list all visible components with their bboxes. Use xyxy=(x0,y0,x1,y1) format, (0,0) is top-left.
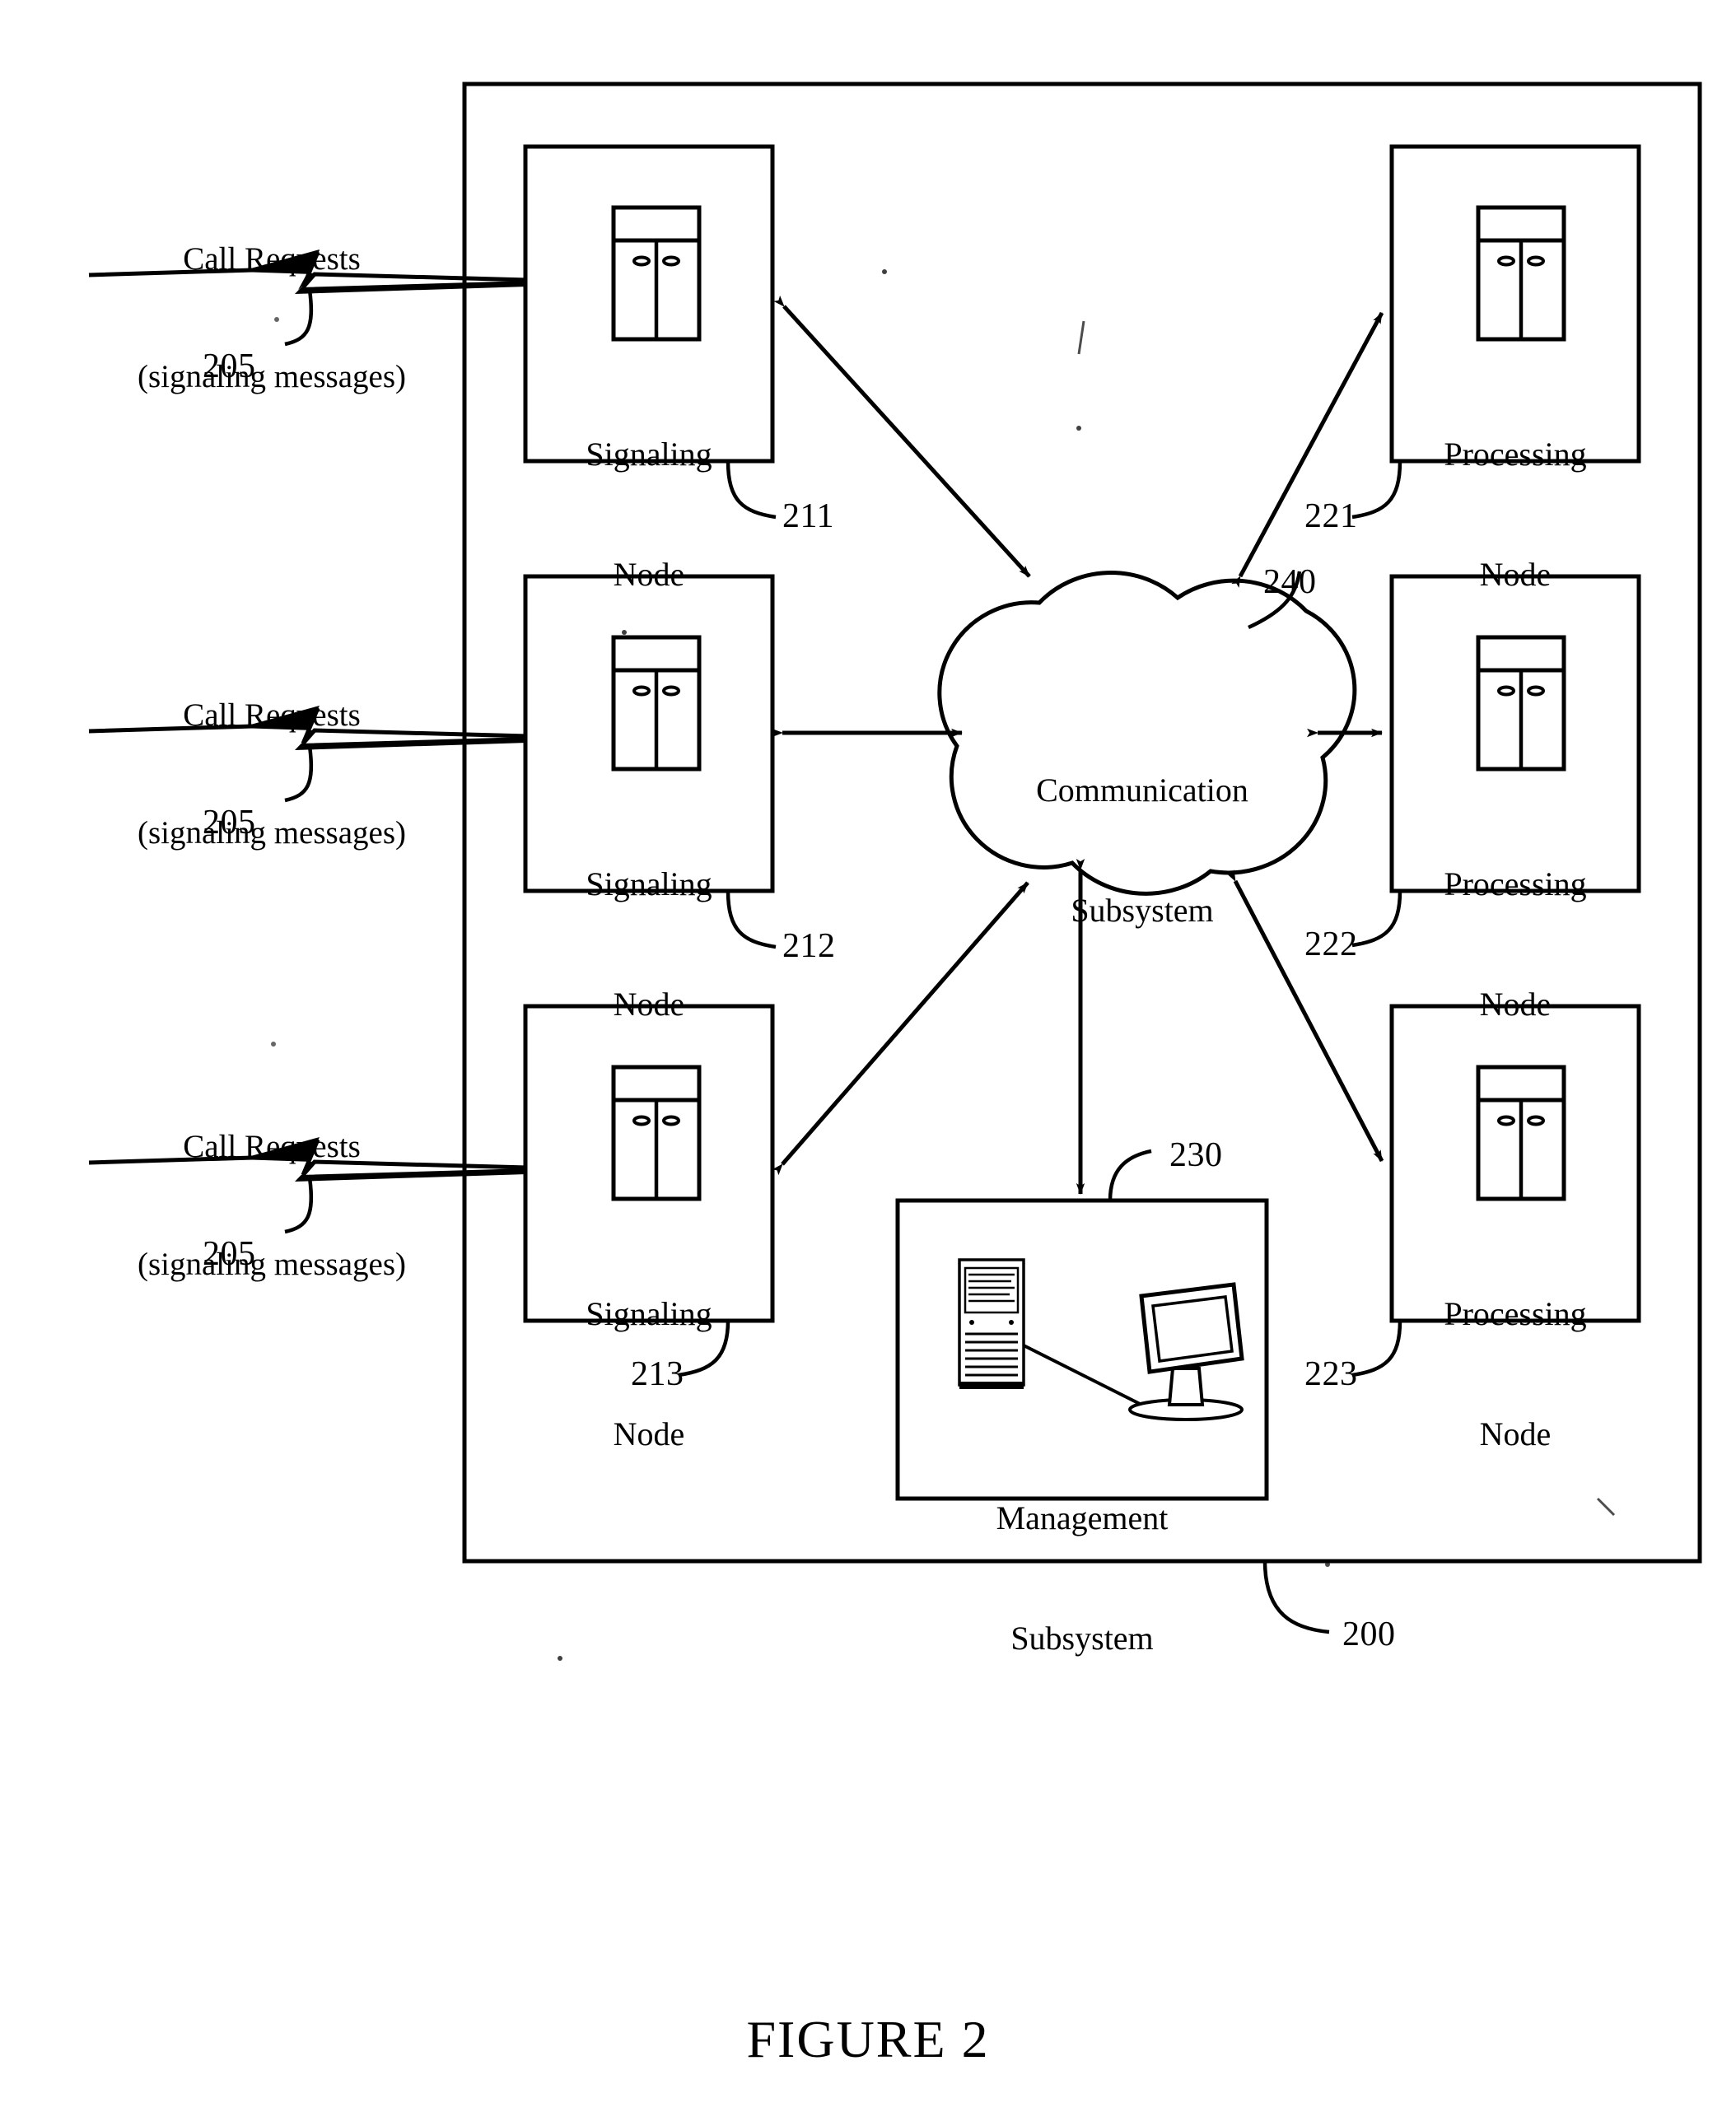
ref-221: 221 xyxy=(1304,497,1358,535)
signaling-node-label-line2: Node xyxy=(613,1415,685,1452)
management-subsystem-line2: Subsystem xyxy=(1010,1619,1154,1657)
ref-205-3: 205 xyxy=(203,1235,256,1273)
communication-subsystem-line2: Subsystem xyxy=(1071,891,1214,929)
leader-line-200 xyxy=(1262,1560,1330,1634)
communication-subsystem-line1: Communication xyxy=(1036,771,1248,809)
call-requests-title-1: Call Requests xyxy=(183,241,361,277)
scan-speck xyxy=(1076,426,1081,431)
processing-node-label-line2: Node xyxy=(1479,985,1552,1023)
server-cabinet-icon xyxy=(1476,205,1566,342)
ref-205-1: 205 xyxy=(203,347,256,385)
ref-213: 213 xyxy=(631,1355,684,1393)
server-cabinet-icon xyxy=(611,205,702,342)
processing-node-label-line1: Processing xyxy=(1444,865,1587,902)
ref-223: 223 xyxy=(1304,1355,1358,1393)
ref-212: 212 xyxy=(782,927,836,965)
signaling-node-label-line1: Signaling xyxy=(586,865,712,902)
call-requests-subtitle-2: (signaling messages) xyxy=(137,814,406,851)
processing-node-label-line1: Processing xyxy=(1444,435,1587,473)
scan-speck xyxy=(558,1656,562,1661)
signaling-node-label-212: Signaling Node xyxy=(525,784,772,1105)
signaling-node-label-line1: Signaling xyxy=(586,1294,712,1332)
signaling-node-label-211: Signaling Node xyxy=(525,354,772,675)
communication-subsystem-label: Communication Subsystem xyxy=(940,690,1344,1011)
call-requests-title-3: Call Requests xyxy=(183,1129,361,1165)
scan-speck xyxy=(882,269,887,274)
processing-node-label-line1: Processing xyxy=(1444,1294,1587,1332)
management-subsystem-label: Management Subsystem xyxy=(898,1418,1267,1739)
processing-node-label-221: Processing Node xyxy=(1392,354,1639,675)
signaling-node-label-line2: Node xyxy=(613,555,685,593)
scan-speck xyxy=(271,1042,276,1047)
call-requests-title-2: Call Requests xyxy=(183,697,361,734)
call-requests-label-2: Call Requests (signaling messages) xyxy=(82,618,461,931)
signaling-node-label-line2: Node xyxy=(613,985,685,1023)
ref-200: 200 xyxy=(1342,1615,1396,1653)
call-requests-label-3: Call Requests (signaling messages) xyxy=(82,1049,461,1363)
ref-230: 230 xyxy=(1169,1136,1223,1174)
processing-node-label-line2: Node xyxy=(1479,555,1552,593)
scan-streak xyxy=(1077,320,1085,355)
call-requests-subtitle-3: (signaling messages) xyxy=(137,1246,406,1282)
call-requests-subtitle-1: (signaling messages) xyxy=(137,358,406,394)
figure-caption: FIGURE 2 xyxy=(746,2010,990,2068)
management-subsystem-line1: Management xyxy=(996,1499,1169,1536)
processing-node-label-line2: Node xyxy=(1479,1415,1552,1452)
processing-node-label-223: Processing Node xyxy=(1392,1214,1639,1535)
signaling-node-label-line1: Signaling xyxy=(586,435,712,473)
scan-speck xyxy=(1325,1562,1330,1567)
ref-211: 211 xyxy=(782,497,834,535)
processing-node-label-222: Processing Node xyxy=(1392,784,1639,1105)
ref-240: 240 xyxy=(1263,563,1317,601)
leader-line-230 xyxy=(1108,1149,1152,1201)
patent-figure-2: Call Requests (signaling messages) 205 C… xyxy=(0,0,1736,2112)
ref-205-2: 205 xyxy=(203,804,256,842)
call-requests-label-1: Call Requests (signaling messages) xyxy=(82,161,461,475)
